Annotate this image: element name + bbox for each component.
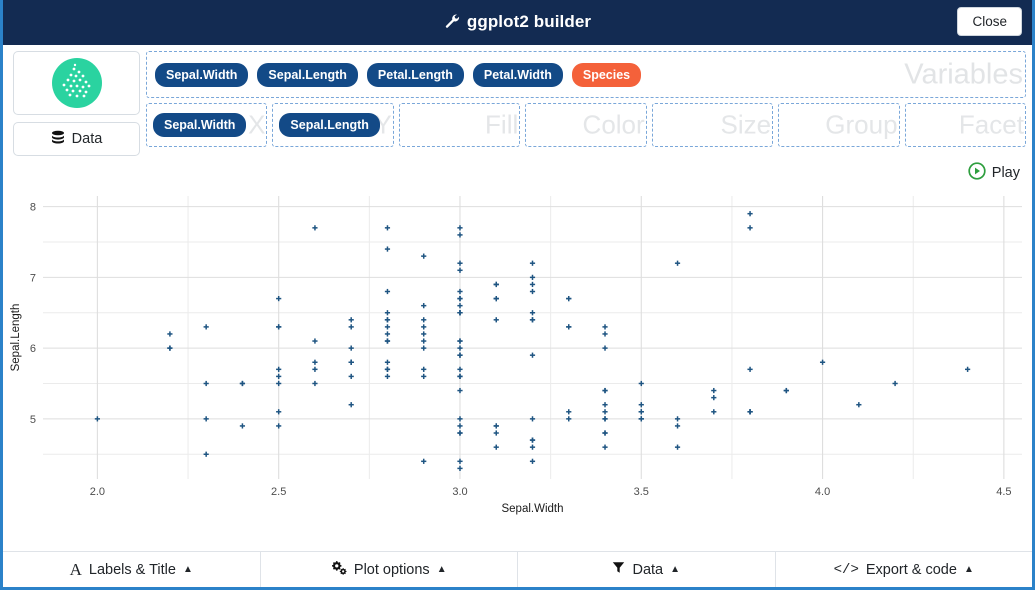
chevron-up-icon: ▲: [963, 563, 974, 575]
play-circle-icon: [968, 161, 986, 184]
dropzone-x-pill[interactable]: Sepal.Width: [153, 113, 247, 137]
scatter-plot-thumbnail-icon: [51, 58, 102, 108]
svg-text:7: 7: [30, 272, 36, 284]
chevron-up-icon: ▲: [182, 563, 193, 575]
dropzone-x-label: X: [248, 109, 266, 140]
database-icon: [51, 130, 65, 149]
chevron-up-icon: ▲: [670, 563, 681, 575]
variable-pill-sepal-width[interactable]: Sepal.Width: [155, 62, 249, 87]
page-title: ggplot2 builder: [444, 12, 591, 34]
left-sidebar: Data: [9, 51, 140, 156]
aesthetic-panels: Sepal.Width Sepal.Length Petal.Length Pe…: [146, 51, 1026, 156]
svg-text:4.5: 4.5: [996, 486, 1011, 498]
dropzone-facet[interactable]: Facet: [904, 103, 1026, 147]
svg-text:Sepal.Width: Sepal.Width: [501, 503, 563, 515]
scatter-chart: 2.0 2.5 3.0 3.5 4.0 4.5 5 6 7 8 Sepal.Width Sepal.L…: [10, 196, 1022, 515]
dropzone-fill-label: Fill: [485, 109, 519, 140]
bottom-toolbar: A Labels & Title ▲ Plot options ▲ Data ▲…: [3, 551, 1032, 587]
dropzone-size-label: Size: [720, 109, 772, 140]
data-button[interactable]: Data: [13, 122, 140, 156]
export-and-code-button[interactable]: </> Export & code ▲: [775, 552, 1032, 587]
dropzone-group[interactable]: Group: [778, 103, 900, 147]
svg-text:3.5: 3.5: [634, 486, 649, 498]
builder-area: Data Sepal.Width Sepal.Length Petal.Leng…: [3, 45, 1032, 156]
wrench-icon: [444, 13, 460, 34]
svg-text:4.0: 4.0: [815, 486, 830, 498]
dropzone-color[interactable]: Color: [525, 103, 647, 147]
play-button[interactable]: Play: [968, 161, 1020, 184]
data-button-label: Data: [71, 131, 103, 147]
dropzone-fill[interactable]: Fill: [398, 103, 521, 147]
export-and-code-label: Export & code: [865, 561, 957, 578]
ggplot-builder-window: ggplot2 builder Close Data Sepal.Width S…: [0, 0, 1035, 590]
font-a-icon: A: [69, 559, 82, 579]
variable-pill-petal-width[interactable]: Petal.Width: [472, 62, 563, 87]
data-panel-button[interactable]: Data ▲: [518, 552, 776, 587]
labels-and-title-label: Labels & Title: [88, 561, 176, 578]
title-label: ggplot2 builder: [466, 11, 592, 31]
svg-text:2.0: 2.0: [90, 486, 105, 498]
play-row: Play: [3, 156, 1032, 184]
plot-type-thumbnail[interactable]: [13, 51, 140, 115]
svg-text:3.0: 3.0: [452, 486, 467, 498]
variable-pill-sepal-length[interactable]: Sepal.Length: [257, 62, 358, 87]
dropzone-y[interactable]: Sepal.Length Y: [272, 103, 394, 147]
data-panel-label: Data: [632, 561, 664, 578]
variable-pill-species[interactable]: Species: [571, 62, 642, 87]
title-bar: ggplot2 builder Close: [3, 0, 1032, 45]
svg-text:2.5: 2.5: [271, 486, 286, 498]
svg-text:5: 5: [30, 414, 36, 426]
labels-and-title-button[interactable]: A Labels & Title ▲: [3, 552, 261, 587]
plot-options-label: Plot options: [353, 561, 430, 578]
svg-text:Sepal.Length: Sepal.Length: [10, 304, 22, 372]
variable-pill-petal-length[interactable]: Petal.Length: [366, 62, 464, 87]
plot-options-button[interactable]: Plot options ▲: [260, 552, 518, 587]
dropzone-y-pill[interactable]: Sepal.Length: [279, 113, 380, 137]
filter-icon: [612, 561, 625, 578]
code-icon: </>: [833, 561, 859, 578]
variables-zone-label: Variables: [904, 58, 1023, 90]
dropzone-x[interactable]: Sepal.Width X: [146, 103, 268, 147]
variables-dropzone[interactable]: Sepal.Width Sepal.Length Petal.Length Pe…: [146, 51, 1026, 98]
svg-text:8: 8: [30, 202, 36, 214]
aesthetic-dropzones-row: Sepal.Width X Sepal.Length Y Fill Color …: [146, 103, 1026, 147]
dropzone-group-label: Group: [825, 109, 898, 140]
svg-text:6: 6: [30, 343, 36, 355]
chevron-up-icon: ▲: [436, 563, 447, 575]
play-label: Play: [991, 164, 1020, 181]
dropzone-color-label: Color: [582, 109, 645, 140]
dropzone-facet-label: Facet: [958, 109, 1024, 140]
dropzone-size[interactable]: Size: [651, 103, 774, 147]
plot-container: 2.0 2.5 3.0 3.5 4.0 4.5 5 6 7 8 Sepal.Width Sepal.L…: [3, 184, 1032, 531]
gears-icon: [331, 560, 347, 579]
close-button[interactable]: Close: [957, 7, 1022, 36]
